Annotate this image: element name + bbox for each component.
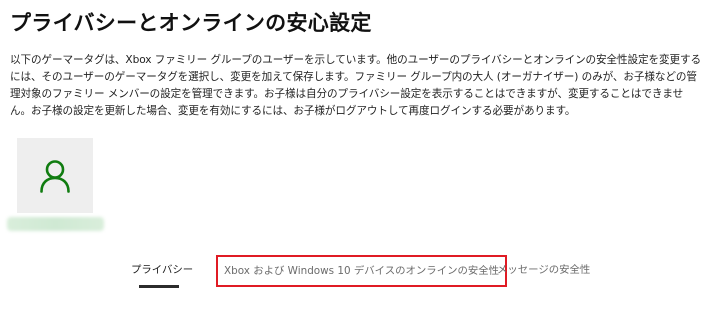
gamertag-label-obscured [7,217,104,231]
tab-privacy-label: プライバシー [131,264,194,276]
tab-message-safety[interactable]: メッセージの安全性 [497,258,590,282]
selected-tab-indicator [139,285,179,288]
settings-tab-bar: プライバシー Xbox および Windows 10 デバイスのオンラインの安全… [0,255,710,298]
page-title: プライバシーとオンラインの安心設定 [10,11,372,35]
family-member-avatar-button[interactable] [17,138,93,213]
tab-message-safety-label: メッセージの安全性 [497,264,591,276]
tab-privacy[interactable]: プライバシー [131,258,194,288]
page-description: 以下のゲーマータグは、Xbox ファミリー グループのユーザーを示しています。他… [10,54,701,117]
tab-online-safety-label: Xbox および Windows 10 デバイスのオンラインの安全性 [224,265,500,277]
person-outline-icon [40,159,70,193]
tab-online-safety[interactable]: Xbox および Windows 10 デバイスのオンラインの安全性 [216,255,508,287]
